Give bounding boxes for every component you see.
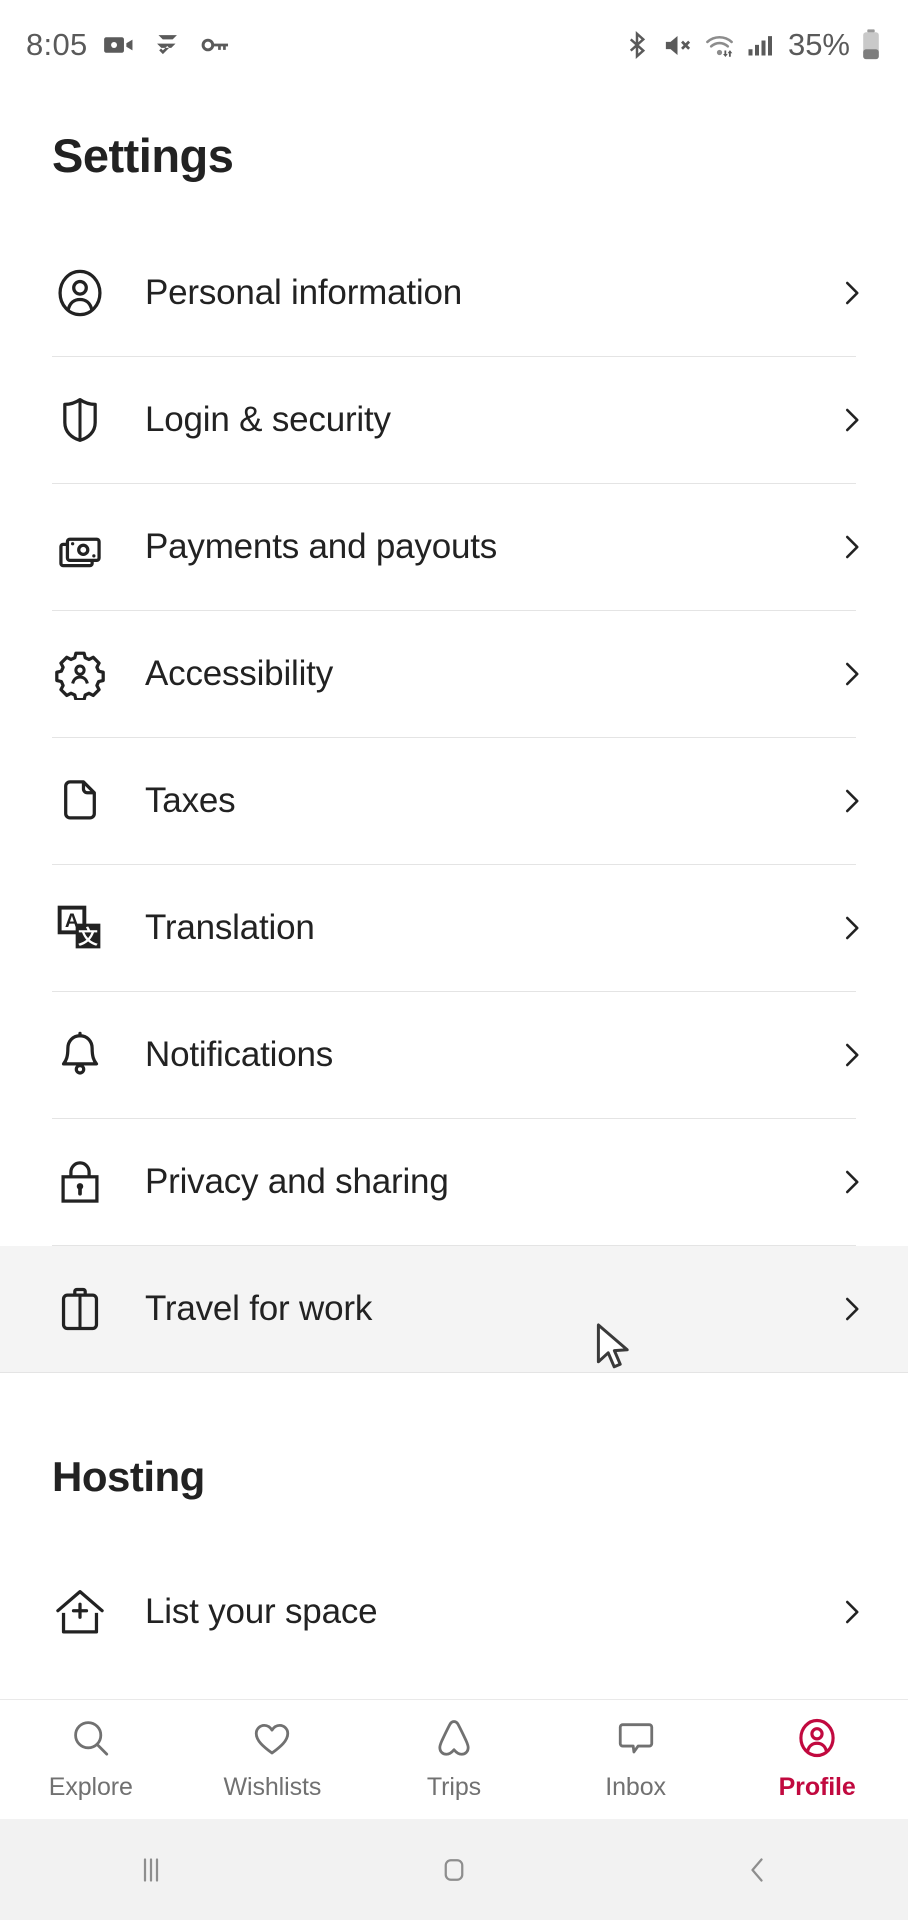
- key-icon: [198, 28, 232, 62]
- hosting-row-list-your-space[interactable]: List your space: [0, 1549, 908, 1676]
- settings-row-label: Login & security: [145, 400, 391, 440]
- settings-row-payments-payouts[interactable]: Payments and payouts: [0, 484, 908, 611]
- settings-row-label: Taxes: [145, 781, 236, 821]
- home-icon[interactable]: [303, 1852, 606, 1888]
- nav-label: Trips: [426, 1773, 482, 1801]
- settings-row-label: Travel for work: [145, 1289, 373, 1329]
- row-divider: [0, 1371, 908, 1373]
- chevron-right-icon: [834, 530, 868, 564]
- nav-item-explore[interactable]: Explore: [0, 1717, 182, 1802]
- lock-icon: [52, 1154, 108, 1210]
- translate-icon: A 文: [52, 900, 108, 956]
- airbnb-belo-icon: [433, 1717, 475, 1764]
- chevron-right-icon: [834, 1595, 868, 1629]
- chevron-right-icon: [834, 1038, 868, 1072]
- chevron-right-icon: [834, 657, 868, 691]
- nav-label: Explore: [48, 1773, 133, 1801]
- bottom-navigation: Explore Wishlists Trips Inbox Profile: [0, 1699, 908, 1819]
- settings-row-notifications[interactable]: Notifications: [0, 992, 908, 1119]
- settings-row-taxes[interactable]: Taxes: [0, 738, 908, 865]
- banknotes-icon: [52, 519, 108, 575]
- settings-row-privacy-sharing[interactable]: Privacy and sharing: [0, 1119, 908, 1246]
- back-icon[interactable]: [605, 1852, 908, 1888]
- bluetooth-icon: [622, 29, 652, 61]
- settings-row-label: Privacy and sharing: [145, 1162, 449, 1202]
- page-title: Settings: [52, 129, 234, 182]
- status-bar: 8:05 35%: [0, 0, 908, 90]
- system-navigation-bar: [0, 1819, 908, 1920]
- settings-row-label: Accessibility: [145, 654, 334, 694]
- settings-row-login-security[interactable]: Login & security: [0, 357, 908, 484]
- settings-row-travel-for-work[interactable]: Travel for work: [0, 1245, 908, 1373]
- briefcase-icon: [52, 1281, 108, 1337]
- settings-list: Personal information Login & security Pa…: [0, 230, 908, 1373]
- svg-text:文: 文: [78, 926, 98, 949]
- chevron-right-icon: [834, 276, 868, 310]
- status-bar-left: 8:05: [26, 27, 232, 63]
- nav-item-wishlists[interactable]: Wishlists: [182, 1717, 364, 1802]
- settings-row-label: Notifications: [145, 1035, 334, 1075]
- nav-label: Inbox: [605, 1773, 666, 1801]
- heart-icon: [251, 1717, 293, 1764]
- person-circle-icon: [796, 1717, 838, 1764]
- nav-label: Wishlists: [223, 1773, 322, 1801]
- chevron-right-icon: [834, 1165, 868, 1199]
- video-camera-icon: [102, 28, 136, 62]
- hosting-list: List your space: [0, 1549, 908, 1676]
- battery-percent-label: 35%: [787, 27, 850, 62]
- nav-label: Profile: [778, 1773, 856, 1801]
- settings-row-label: Translation: [145, 908, 315, 948]
- shield-icon: [52, 392, 108, 448]
- battery-icon: [860, 28, 882, 62]
- chevron-right-icon: [834, 403, 868, 437]
- house-plus-icon: [52, 1584, 108, 1640]
- chevron-right-icon: [834, 784, 868, 818]
- nav-item-trips[interactable]: Trips: [363, 1717, 545, 1802]
- chevron-right-icon: [834, 1292, 868, 1326]
- bell-icon: [52, 1027, 108, 1083]
- nav-item-inbox[interactable]: Inbox: [545, 1717, 727, 1802]
- section-title-hosting: Hosting: [52, 1452, 205, 1500]
- vpn-key-sync-icon: [150, 28, 184, 62]
- status-bar-right: 35%: [622, 27, 882, 63]
- cellular-signal-icon: [746, 30, 776, 61]
- settings-row-label: Payments and payouts: [145, 527, 498, 567]
- status-bar-clock: 8:05: [26, 27, 88, 62]
- settings-row-translation[interactable]: A 文 Translation: [0, 865, 908, 992]
- settings-row-accessibility[interactable]: Accessibility: [0, 611, 908, 738]
- mute-icon: [662, 30, 693, 61]
- recents-icon[interactable]: [0, 1852, 303, 1888]
- person-circle-icon: [52, 265, 108, 321]
- search-icon: [70, 1717, 112, 1764]
- gear-person-icon: [52, 646, 108, 702]
- settings-row-label: Personal information: [145, 273, 462, 313]
- hosting-row-label: List your space: [145, 1592, 378, 1632]
- nav-item-profile[interactable]: Profile: [726, 1717, 908, 1802]
- speech-bubble-icon: [615, 1717, 657, 1764]
- settings-row-personal-information[interactable]: Personal information: [0, 230, 908, 357]
- chevron-right-icon: [834, 911, 868, 945]
- wifi-icon: [703, 29, 736, 62]
- document-icon: [52, 773, 108, 829]
